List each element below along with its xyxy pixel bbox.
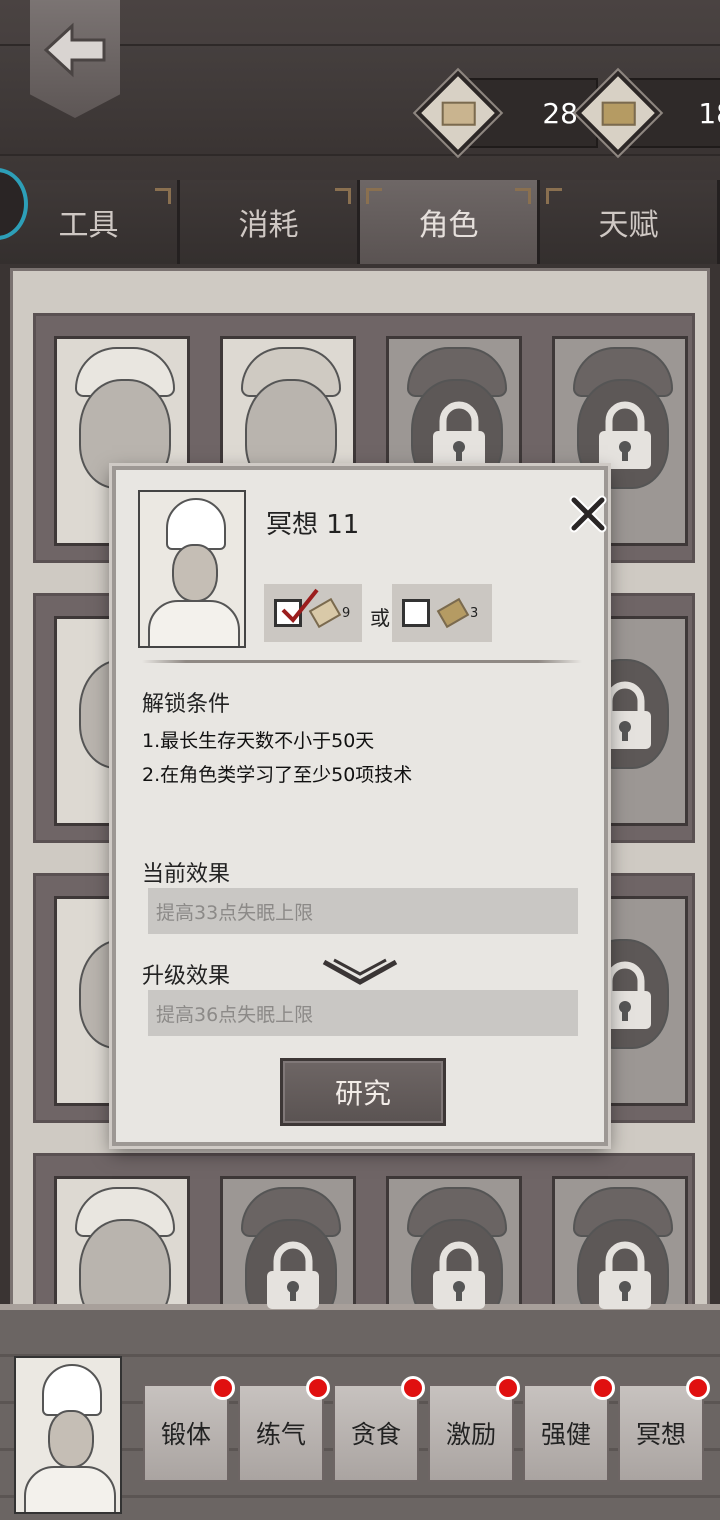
notification-dot [591,1376,615,1400]
cost-checkbox[interactable] [274,588,319,627]
current-effect-title: 当前效果 [142,862,231,887]
currency-book: 18 [575,70,720,156]
notification-dot [306,1376,330,1400]
tab-label: 工具 [58,208,119,243]
skill-button-duanti[interactable]: 锻体 [143,1376,235,1482]
close-icon[interactable] [568,494,608,534]
cost-option-book[interactable]: 3 [392,584,492,642]
unlock-title: 解锁条件 [142,692,231,717]
cost-amount: 9 [342,605,351,621]
tab-label: 消耗 [238,208,299,243]
back-button[interactable] [30,0,120,118]
cost-checkbox[interactable] [402,599,430,627]
lock-icon [433,1241,485,1309]
tab-talent[interactable]: 天赋 [540,180,720,264]
chef-jacket [148,600,240,646]
skill-button-lianqi[interactable]: 练气 [238,1376,330,1482]
divider [142,660,582,663]
lock-icon [599,401,651,469]
chef-hat [42,1364,102,1416]
skill-label: 激励 [445,1420,496,1449]
tab-character[interactable]: 角色 [360,180,540,264]
book-icon [436,597,470,629]
bottom-skill-bar: 锻体 练气 贪食 激励 强健 冥想 [0,1304,720,1520]
notification-dot [496,1376,520,1400]
chef-hat [166,498,226,550]
currency-scroll: 28 [415,70,598,156]
skill-portrait [138,490,246,648]
cost-option-scroll[interactable]: 9 [264,584,362,642]
current-effect: 提高33点失眠上限 [148,888,578,934]
skill-button-mingxiang[interactable]: 冥想 [618,1376,710,1482]
or-label: 或 [370,606,390,630]
skill-label: 练气 [255,1420,306,1449]
upgrade-effect: 提高36点失眠上限 [148,990,578,1036]
tab-label: 天赋 [598,208,659,243]
category-tabs: 工具 消耗 角色 天赋 [0,180,720,264]
skill-label: 锻体 [160,1420,211,1449]
cost-amount: 3 [470,605,479,621]
tab-label: 角色 [418,208,479,243]
upgrade-effect-title: 升级效果 [142,964,231,989]
research-button[interactable]: 研究 [280,1058,446,1126]
portrait-face [172,544,218,602]
unlock-condition: 2.在角色类学习了至少50项技术 [142,764,413,786]
skill-button-jili[interactable]: 激励 [428,1376,520,1482]
skill-label: 冥想 [635,1420,686,1449]
skill-button-qiangjian[interactable]: 强健 [523,1376,615,1482]
selected-character-portrait[interactable] [14,1356,122,1514]
skill-label: 强健 [540,1420,591,1449]
tab-tools[interactable]: 工具 [0,180,180,264]
chef-jacket [24,1466,116,1512]
lock-icon [267,1241,319,1309]
chevron-down-icon [322,958,398,985]
lock-icon [433,401,485,469]
unlock-condition: 1.最长生存天数不小于50天 [142,730,375,752]
tab-consumables[interactable]: 消耗 [180,180,360,264]
skill-detail-popup: 冥想 11 9 或 3 解锁条件 1.最长生存天数不小于50天 2.在角色类学习… [112,466,608,1146]
notification-dot [401,1376,425,1400]
portrait-face [48,1410,94,1468]
skill-title: 冥想 11 [266,510,360,540]
notification-dot [686,1376,710,1400]
skill-label: 贪食 [350,1420,401,1449]
lock-icon [599,1241,651,1309]
back-arrow-icon [43,22,106,78]
notification-dot [211,1376,235,1400]
skill-button-tanshi[interactable]: 贪食 [333,1376,425,1482]
